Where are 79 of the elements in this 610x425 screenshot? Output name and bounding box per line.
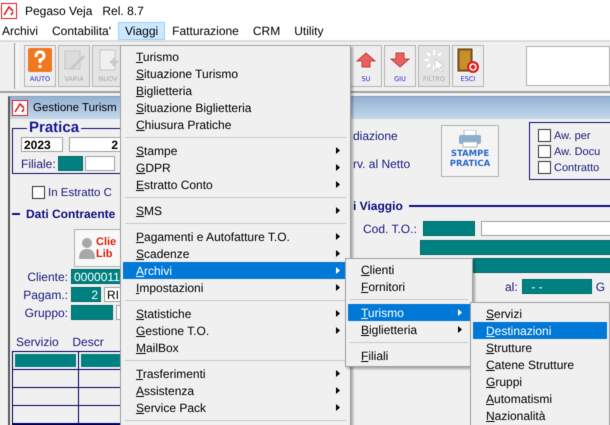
menu-item[interactable]: Destinazioni bbox=[473, 322, 607, 339]
person-icon bbox=[79, 237, 95, 259]
checkbox[interactable] bbox=[538, 145, 551, 158]
menu-item[interactable]: Trasferimenti bbox=[123, 365, 348, 382]
field-label: Pagam.: bbox=[22, 288, 68, 302]
menu-item[interactable]: Situazione Biglietteria bbox=[123, 99, 348, 116]
checkbox[interactable] bbox=[538, 161, 551, 174]
window-title: Pegaso Veja Rel. 8.7 bbox=[25, 4, 144, 18]
window-icon bbox=[12, 100, 28, 116]
menu-item[interactable]: Estratto Conto bbox=[123, 176, 348, 193]
description-field[interactable] bbox=[420, 240, 610, 255]
menu-item[interactable]: Turismo bbox=[123, 48, 348, 65]
menu-item[interactable]: Catene Strutture bbox=[473, 356, 607, 373]
menu-item[interactable]: Scadenze bbox=[123, 245, 348, 262]
cursor-sparkle-icon bbox=[422, 48, 446, 72]
menu-item[interactable]: Clienti bbox=[348, 261, 470, 278]
menu-item[interactable]: Gruppi bbox=[473, 373, 607, 390]
branch-name-field[interactable] bbox=[84, 156, 115, 171]
menu-bar-item[interactable]: Contabilita' bbox=[45, 22, 118, 40]
code-field[interactable] bbox=[422, 221, 475, 236]
menu-item[interactable]: Filiali bbox=[348, 347, 470, 364]
section-title: i Viaggio bbox=[353, 199, 403, 213]
field-label: Gruppo: bbox=[24, 306, 68, 320]
document-pencil-icon bbox=[62, 48, 86, 72]
menu-item[interactable]: Service Pack bbox=[123, 399, 348, 416]
exit-door-icon bbox=[456, 48, 480, 74]
code-field[interactable] bbox=[71, 305, 113, 320]
text-field[interactable] bbox=[480, 221, 610, 236]
menu-item[interactable]: Automatismi bbox=[473, 390, 607, 407]
column-header: Descr bbox=[71, 335, 105, 349]
window-title: Gestione Turism bbox=[33, 102, 117, 114]
help-icon bbox=[28, 48, 52, 72]
menu-bar-item[interactable]: Fatturazione bbox=[165, 22, 246, 40]
checkbox-label: Contratto bbox=[554, 162, 600, 174]
menu-bar-item[interactable]: Archivi bbox=[0, 22, 46, 40]
menu-item[interactable]: Turismo bbox=[348, 304, 470, 321]
field-label: G bbox=[596, 280, 606, 294]
menu-item[interactable]: Gestione T.O. bbox=[123, 322, 348, 339]
field-label: Cod. T.O.: bbox=[363, 222, 417, 236]
section-title: Dati Contraente bbox=[26, 207, 116, 221]
menu-item[interactable]: Nazionalità bbox=[473, 407, 607, 424]
menu-item[interactable]: Biglietteria bbox=[123, 82, 348, 99]
menu-item[interactable]: Biglietteria bbox=[348, 321, 470, 338]
field-label: al: bbox=[505, 280, 518, 294]
print-button[interactable]: STAMPE PRATICA bbox=[441, 125, 499, 177]
field-label: Filiale: bbox=[21, 156, 56, 170]
menu-bar-item[interactable]: CRM bbox=[246, 22, 288, 40]
menu-item[interactable]: Servizi bbox=[473, 305, 607, 322]
checkbox-label: Aw. Docu bbox=[554, 146, 600, 158]
menu-item[interactable]: SMS bbox=[123, 202, 348, 219]
checkbox-label: In Estratto C bbox=[48, 186, 112, 198]
menu-item[interactable]: Stampe bbox=[123, 142, 348, 159]
menu-bar-item[interactable]: Viaggi bbox=[118, 22, 166, 40]
menu-item[interactable]: Situazione Turismo bbox=[123, 65, 348, 82]
menu-bar-item[interactable]: Utility bbox=[287, 22, 331, 40]
menu-item[interactable]: Strutture bbox=[473, 339, 607, 356]
menu-item[interactable]: Statistiche bbox=[123, 305, 348, 322]
search-field[interactable] bbox=[526, 46, 610, 86]
menu-item[interactable]: Chiusura Pratiche bbox=[123, 116, 348, 133]
printer-icon bbox=[458, 130, 482, 148]
menu-item[interactable]: Impostazioni bbox=[123, 279, 348, 296]
checkbox[interactable] bbox=[32, 186, 45, 199]
date-field[interactable]: - - bbox=[522, 279, 592, 294]
column-header: Servizio bbox=[15, 335, 60, 349]
menu-item[interactable]: MailBox bbox=[123, 339, 348, 356]
menu-item[interactable]: Pagamenti e Autofatture T.O. bbox=[123, 228, 348, 245]
menu-item[interactable]: Archivi bbox=[123, 262, 348, 279]
checkbox-label: Aw. per bbox=[554, 130, 590, 142]
option-label: diazione bbox=[353, 129, 399, 143]
number-field[interactable]: 2 bbox=[69, 137, 121, 152]
checkbox[interactable] bbox=[538, 129, 551, 142]
field-label: Cliente: bbox=[26, 270, 68, 284]
menu-item[interactable]: Fornitori bbox=[348, 278, 470, 295]
option-label: rv. al Netto bbox=[353, 157, 412, 171]
code-field[interactable]: 2 bbox=[71, 287, 101, 302]
branch-code-field[interactable] bbox=[58, 156, 83, 171]
menu-item[interactable]: GDPR bbox=[123, 159, 348, 176]
menu-item[interactable]: Assistenza bbox=[123, 382, 348, 399]
year-field[interactable]: 2023 bbox=[21, 137, 63, 152]
